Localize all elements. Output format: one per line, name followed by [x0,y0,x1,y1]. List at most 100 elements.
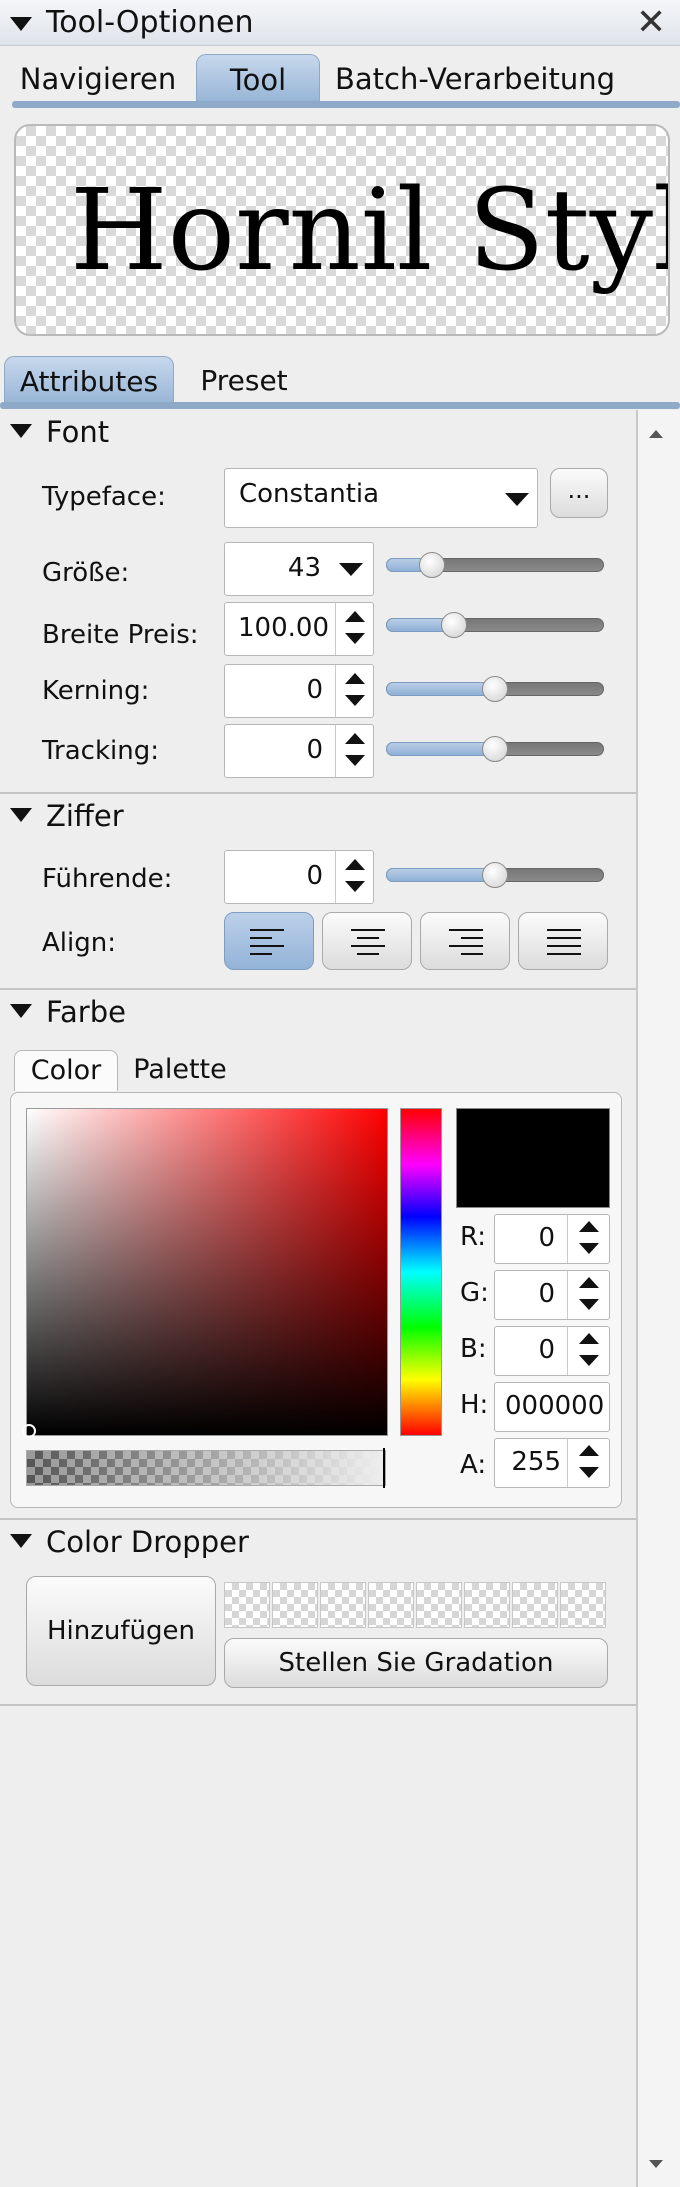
size-combo[interactable]: 43 [224,542,374,596]
hex-value: 000000 [505,1391,605,1421]
spin-up-icon[interactable] [345,611,365,622]
size-value: 43 [287,553,321,583]
align-label: Align: [42,928,116,958]
spin-up-icon[interactable] [579,1277,599,1288]
tab-palette[interactable]: Palette [124,1050,236,1090]
color-slot[interactable] [512,1582,558,1628]
tracking-slider-thumb[interactable] [482,736,508,762]
saturation-value-field[interactable] [26,1108,388,1436]
hex-input[interactable]: 000000 [494,1382,610,1432]
typeface-select[interactable]: Constantia [224,468,538,528]
color-slot[interactable] [272,1582,318,1628]
spin-up-icon[interactable] [345,673,365,684]
align-center-button[interactable] [322,912,412,970]
b-label: B: [460,1334,487,1364]
leading-spinner[interactable]: 0 [224,850,374,904]
close-icon[interactable]: ✕ [636,0,666,46]
b-value: 0 [538,1335,555,1365]
scroll-down-icon[interactable] [649,2160,663,2168]
tab-batch-verarbeitung[interactable]: Batch-Verarbeitung [330,54,620,104]
current-color-swatch [456,1108,610,1208]
vertical-scrollbar[interactable] [636,410,680,2187]
section-divider [0,1704,636,1706]
g-label: G: [460,1278,489,1308]
spin-down-icon[interactable] [345,695,365,706]
spin-down-icon[interactable] [579,1243,599,1254]
spin-down-icon[interactable] [345,755,365,766]
hue-slider[interactable] [400,1108,442,1436]
browse-font-button[interactable]: ... [550,468,608,518]
width-label: Breite Preis: [42,620,199,650]
color-cursor[interactable] [22,1424,36,1438]
farbe-section-title: Farbe [46,995,126,1029]
tab-navigieren[interactable]: Navigieren [12,54,184,104]
color-slot[interactable] [368,1582,414,1628]
font-collapse-icon[interactable] [10,424,32,438]
kerning-label: Kerning: [42,676,150,706]
spin-up-icon[interactable] [579,1445,599,1456]
collapse-arrow-icon[interactable] [10,17,32,31]
tab-tool[interactable]: Tool [196,54,320,104]
a-spinner[interactable]: 255 [494,1438,610,1488]
tab-preset[interactable]: Preset [186,356,302,406]
spin-up-icon[interactable] [579,1333,599,1344]
kerning-slider-thumb[interactable] [482,676,508,702]
width-slider-thumb[interactable] [441,612,467,638]
a-label: A: [460,1450,487,1480]
ziffer-collapse-icon[interactable] [10,808,32,822]
ziffer-section-title: Ziffer [46,799,124,833]
typeface-value: Constantia [239,479,380,509]
r-value: 0 [538,1223,555,1253]
spin-down-icon[interactable] [579,1299,599,1310]
align-left-button[interactable] [224,912,314,970]
color-slot[interactable] [416,1582,462,1628]
align-right-button[interactable] [420,912,510,970]
color-slot[interactable] [464,1582,510,1628]
tab-underline [12,101,680,108]
leading-slider-thumb[interactable] [482,862,508,888]
leading-slider-fill [386,868,495,882]
color-dropper-collapse-icon[interactable] [10,1534,32,1548]
scroll-up-icon[interactable] [649,430,663,438]
r-label: R: [460,1222,487,1252]
title-bar: Tool-Optionen ✕ [0,0,680,46]
spin-down-icon[interactable] [345,881,365,892]
alpha-slider-marker[interactable] [383,1448,385,1488]
size-slider-thumb[interactable] [419,552,445,578]
alpha-slider[interactable] [26,1450,386,1486]
leading-value: 0 [306,861,323,891]
leading-label: Führende: [42,864,173,894]
set-gradation-button[interactable]: Stellen Sie Gradation [224,1638,608,1688]
color-dropper-section-title: Color Dropper [46,1525,249,1559]
g-value: 0 [538,1279,555,1309]
a-value: 255 [511,1447,561,1477]
spin-up-icon[interactable] [345,859,365,870]
color-slot[interactable] [224,1582,270,1628]
r-spinner[interactable]: 0 [494,1214,610,1264]
spin-down-icon[interactable] [579,1355,599,1366]
tracking-slider-fill [386,742,495,756]
spin-down-icon[interactable] [345,633,365,644]
g-spinner[interactable]: 0 [494,1270,610,1320]
spin-up-icon[interactable] [345,733,365,744]
tracking-spinner[interactable]: 0 [224,724,374,778]
kerning-spinner[interactable]: 0 [224,664,374,718]
chevron-down-icon [505,493,529,506]
color-slot[interactable] [320,1582,366,1628]
add-color-button[interactable]: Hinzufügen [26,1576,216,1686]
font-section-title: Font [46,415,110,449]
h-label: H: [460,1390,489,1420]
section-divider [0,988,636,990]
farbe-collapse-icon[interactable] [10,1004,32,1018]
kerning-slider-fill [386,682,495,696]
text-preview: Hornil StyleP [14,124,670,336]
align-justify-button[interactable] [518,912,608,970]
color-slot[interactable] [560,1582,606,1628]
b-spinner[interactable]: 0 [494,1326,610,1376]
tracking-value: 0 [306,735,323,765]
tab-attributes[interactable]: Attributes [4,356,174,406]
width-spinner[interactable]: 100.00 [224,602,374,656]
spin-down-icon[interactable] [579,1467,599,1478]
tab-color[interactable]: Color [14,1050,118,1091]
spin-up-icon[interactable] [579,1221,599,1232]
